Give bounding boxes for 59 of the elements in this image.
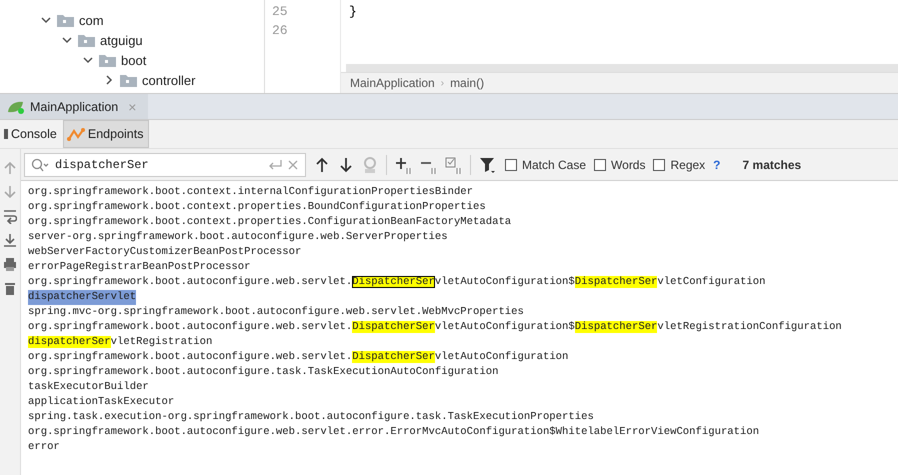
console-line: org.springframework.boot.autoconfigure.web.servlet.DispatcherServletAutoConfiguration$DispatcherServletConfiguration	[28, 275, 766, 290]
search-field[interactable]: dispatcherSer	[24, 152, 306, 176]
breadcrumb-item[interactable]: MainApplication	[350, 76, 435, 90]
panel-tab[interactable]: Endpoints	[62, 120, 150, 148]
console-line: org.springframework.boot.autoconfigure.task.TaskExecutionAutoConfiguration	[28, 365, 498, 380]
line-number: 26	[271, 22, 289, 40]
tree-item[interactable]: controller	[142, 72, 196, 88]
checkbox-label[interactable]: Regex	[670, 158, 706, 172]
horizontal-scrollbar[interactable]	[346, 64, 898, 72]
filter-icon[interactable]	[479, 156, 497, 174]
line-number: 25	[271, 3, 289, 21]
console-line: org.springframework.boot.context.properties.BoundConfigurationProperties	[28, 200, 486, 215]
breadcrumb-item[interactable]: main()	[450, 76, 484, 90]
checkbox[interactable]	[505, 158, 517, 170]
checkbox[interactable]	[653, 158, 666, 170]
console-line: org.springframework.boot.context.properties.ConfigurationBeanFactoryMetadata	[28, 215, 512, 230]
tree-item[interactable]: atguigu	[100, 32, 143, 48]
help-link[interactable]: ?	[713, 158, 721, 172]
up-arrow-icon[interactable]	[314, 156, 330, 174]
add-selection-icon[interactable]	[395, 156, 412, 174]
checkbox[interactable]	[594, 158, 606, 170]
console-line: org.springframework.boot.autoconfigure.web.servlet.DispatcherServletAutoConfiguration$DispatcherServletRegistrationConfiguration	[28, 320, 842, 335]
search-input[interactable]: dispatcherSer	[53, 156, 263, 172]
checkbox-label[interactable]: Match Case	[522, 158, 586, 172]
enter-icon	[267, 158, 283, 170]
console-icon	[4, 127, 8, 141]
panel-tab[interactable]: Console	[0, 120, 63, 148]
console-line: spring.task.execution-org.springframework.boot.autoconfigure.task.TaskExecutionProperties	[28, 410, 594, 425]
console-line: org.springframework.boot.autoconfigure.web.servlet.DispatcherServletAutoConfiguration	[28, 350, 568, 365]
console-line: taskExecutorBuilder	[28, 380, 149, 395]
folder-icon	[77, 32, 96, 48]
endpoints-icon	[66, 127, 85, 141]
code-line: }	[349, 4, 357, 19]
folder-icon	[119, 72, 138, 88]
checkbox-label[interactable]: Words	[611, 158, 646, 172]
console-line: dispatcherServletRegistration	[28, 335, 212, 350]
console-line: spring.mvc-org.springframework.boot.autoconfigure.web.servlet.WebMvcProperties	[28, 305, 524, 320]
console-line: server-org.springframework.boot.autoconfigure.web.ServerProperties	[28, 230, 448, 245]
tree-item[interactable]: com	[79, 12, 104, 28]
console-line: org.springframework.boot.autoconfigure.web.servlet.error.ErrorMvcAutoConfiguration$WhitelabelErrorViewConfiguration	[28, 425, 760, 440]
select-all-icon[interactable]	[445, 156, 462, 174]
console-line: error	[28, 440, 60, 455]
trash-icon[interactable]	[3, 281, 17, 296]
soft-wrap-icon[interactable]	[3, 209, 17, 224]
folder-icon	[56, 12, 75, 28]
search-icon	[31, 158, 49, 172]
match-count: 7 matches	[742, 158, 802, 172]
console-line: org.springframework.boot.context.internalConfigurationPropertiesBinder	[28, 185, 474, 200]
folder-icon	[98, 52, 117, 68]
print-icon[interactable]	[3, 257, 17, 272]
down-arrow-icon[interactable]	[338, 156, 354, 174]
console-line: applicationTaskExecutor	[28, 395, 174, 410]
breadcrumb-separator: ›	[440, 78, 444, 88]
close-icon	[287, 158, 299, 170]
console-line: errorPageRegistrarBeanPostProcessor	[28, 260, 251, 275]
tree-item[interactable]: boot	[121, 52, 146, 68]
console-line: webServerFactoryCustomizerBeanPostProcessor	[28, 245, 302, 260]
scroll-to-end-icon[interactable]	[3, 233, 17, 248]
run-tab[interactable]: MainApplication ×	[0, 94, 148, 119]
